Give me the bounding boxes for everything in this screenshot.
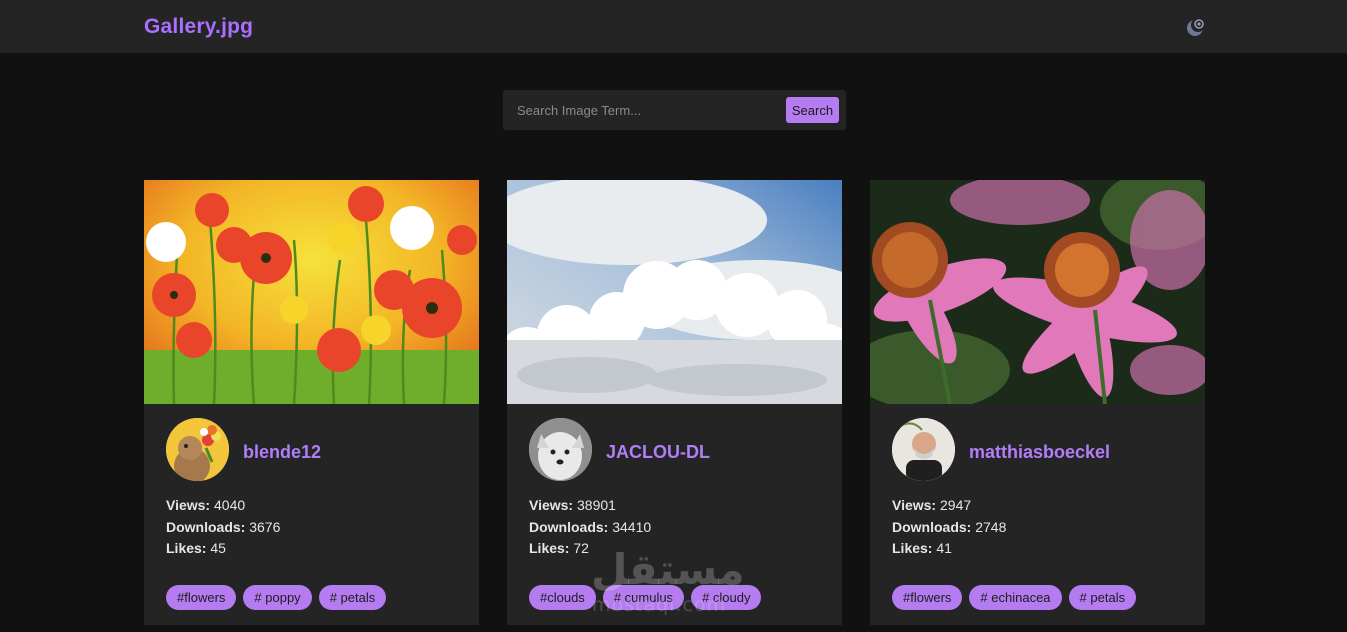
tag-chip[interactable]: #clouds: [529, 585, 596, 610]
likes-stat: Likes: 45: [166, 540, 226, 556]
views-value: 38901: [577, 497, 616, 513]
downloads-value: 2748: [975, 518, 1007, 535]
card-stats: Views: 4040 Downloads: 3676 Likes: 45: [166, 495, 280, 560]
likes-value: 45: [210, 540, 226, 556]
views-stat: Views: 38901: [529, 497, 616, 513]
downloads-stat: Downloads: 3676: [166, 518, 281, 535]
watermark-logo: مستقل: [591, 545, 745, 594]
search-input[interactable]: [503, 90, 783, 130]
tag-chip[interactable]: #flowers: [892, 585, 963, 610]
username[interactable]: JACLOU-DL: [606, 442, 710, 463]
downloads-value: 3676: [249, 518, 281, 535]
downloads-value: 34410: [612, 518, 652, 535]
card-image-poppies[interactable]: [144, 180, 479, 404]
likes-value: 41: [936, 540, 952, 556]
tag-chip[interactable]: # poppy: [243, 585, 312, 610]
views-stat: Views: 4040: [166, 497, 246, 513]
card-stats: Views: 2947 Downloads: 2748 Likes: 41: [892, 495, 1006, 560]
card-image-clouds[interactable]: [507, 180, 842, 404]
username[interactable]: matthiasboeckel: [969, 442, 1110, 463]
tag-list: #flowers # echinacea # petals: [892, 585, 1137, 610]
tag-chip[interactable]: # petals: [1068, 585, 1137, 610]
brand-logo[interactable]: Gallery.jpg: [144, 15, 253, 39]
watermark-url: mostaql.com: [592, 594, 727, 616]
downloads-stat: Downloads: 2748: [892, 518, 1007, 535]
views-stat: Views: 2947: [892, 497, 972, 513]
downloads-stat: Downloads: 34410: [529, 518, 652, 535]
search-form: Search: [503, 90, 846, 130]
card-image-echinacea[interactable]: [870, 180, 1205, 404]
views-value: 2947: [940, 497, 972, 513]
tag-chip[interactable]: #flowers: [166, 585, 237, 610]
tag-chip[interactable]: # echinacea: [969, 585, 1062, 610]
search-button[interactable]: Search: [786, 97, 839, 123]
avatar[interactable]: [892, 418, 955, 481]
image-card: blende12 Views: 4040 Downloads: 3676 Lik…: [144, 180, 479, 625]
avatar[interactable]: [166, 418, 229, 481]
navbar: Gallery.jpg: [0, 0, 1347, 53]
avatar[interactable]: [529, 418, 592, 481]
tag-chip[interactable]: # petals: [318, 585, 387, 610]
tag-list: #flowers # poppy # petals: [166, 585, 387, 610]
theme-toggle-icon[interactable]: [1184, 15, 1208, 39]
likes-value: 72: [573, 540, 589, 556]
likes-stat: Likes: 41: [892, 540, 952, 556]
username[interactable]: blende12: [243, 442, 321, 463]
image-card: matthiasboeckel Views: 2947 Downloads: 2…: [870, 180, 1205, 625]
views-value: 4040: [214, 497, 246, 513]
